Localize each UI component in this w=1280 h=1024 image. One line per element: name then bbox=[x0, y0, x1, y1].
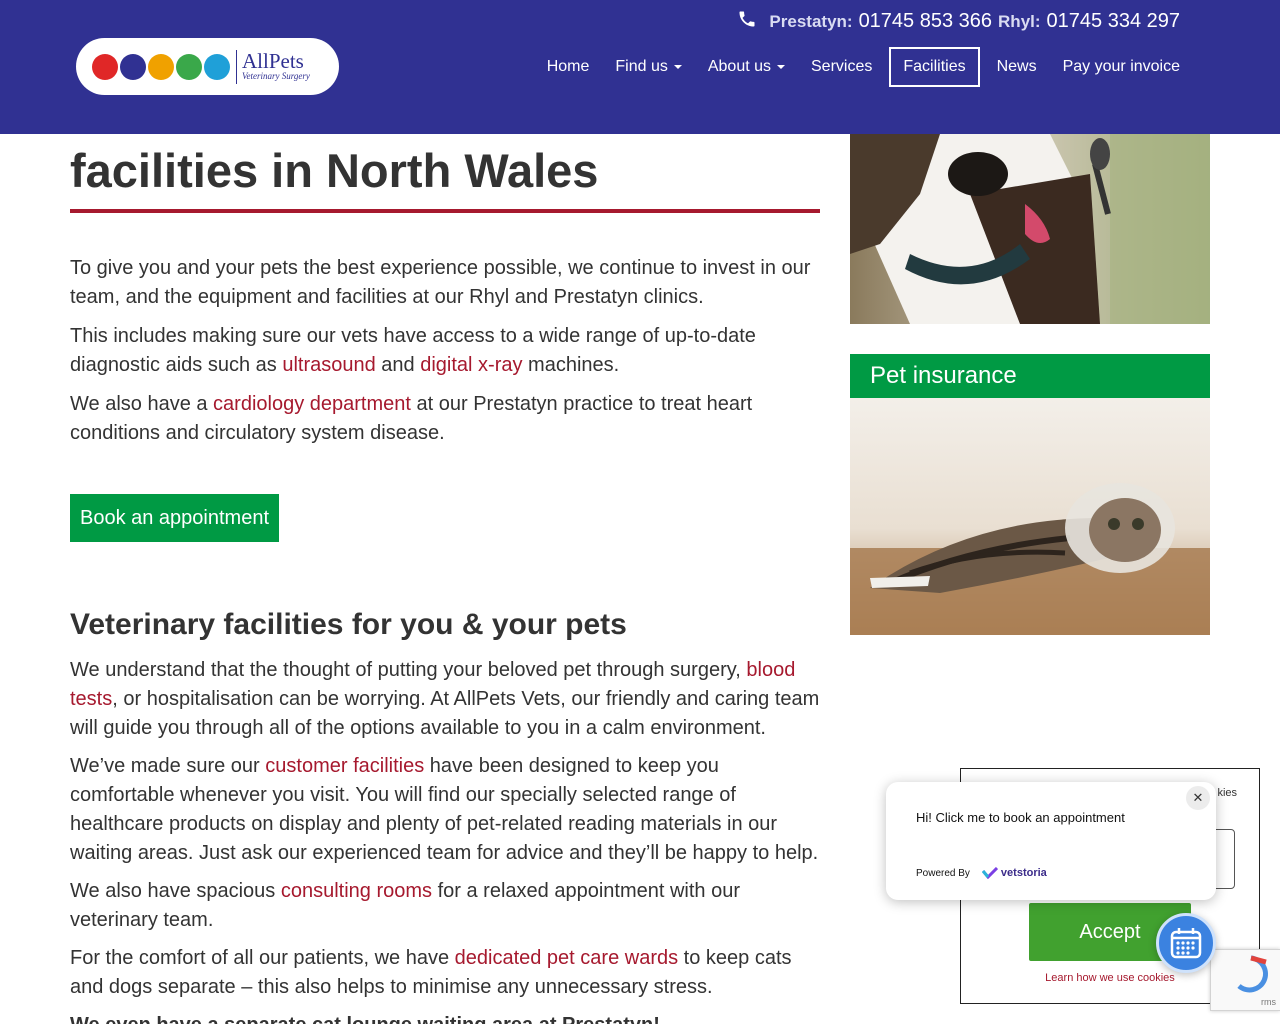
text-span: machines. bbox=[522, 354, 620, 376]
intro-paragraph-2: This includes making sure our vets have … bbox=[70, 322, 820, 380]
logo-animal-icons bbox=[92, 53, 230, 80]
nav-services-label: Services bbox=[811, 58, 873, 75]
nav-about-us[interactable]: About us bbox=[695, 47, 798, 87]
cardiology-link[interactable]: cardiology department bbox=[213, 393, 411, 415]
cat-photo bbox=[850, 398, 1210, 635]
logo-subtitle: Veterinary Surgery bbox=[242, 71, 310, 81]
nav-about-us-label: About us bbox=[707, 58, 771, 75]
calendar-icon bbox=[1170, 928, 1202, 959]
recaptcha-icon bbox=[1237, 955, 1268, 993]
text-span: , or hospitalisation can be worrying. At… bbox=[70, 688, 820, 739]
calendar-booking-button[interactable] bbox=[1156, 913, 1216, 973]
nav-services[interactable]: Services bbox=[798, 47, 885, 87]
medical-kit-icon bbox=[120, 53, 146, 80]
cookie-text: kies bbox=[1217, 787, 1237, 799]
body-paragraph-2: We’ve made sure our customer facilities … bbox=[70, 752, 822, 868]
chevron-down-icon bbox=[777, 65, 785, 69]
pet-care-wards-link[interactable]: dedicated pet care wards bbox=[455, 947, 678, 969]
logo-text: AllPets Veterinary Surgery bbox=[242, 51, 310, 82]
chevron-down-icon bbox=[673, 65, 682, 69]
body-paragraph-5: We even have a separate cat lounge waiti… bbox=[70, 1011, 822, 1024]
intro-text: To give you and your pets the best exper… bbox=[70, 254, 820, 458]
body-paragraph-4: For the comfort of all our patients, we … bbox=[70, 944, 822, 1002]
site-logo[interactable]: AllPets Veterinary Surgery bbox=[76, 38, 339, 95]
nav-facilities[interactable]: Facilities bbox=[889, 47, 980, 87]
text-span: and bbox=[375, 354, 421, 376]
title-underline bbox=[70, 209, 820, 213]
close-icon[interactable]: ✕ bbox=[1186, 786, 1210, 810]
phone-label-prestatyn: Prestatyn: bbox=[769, 12, 853, 31]
section-heading: Veterinary facilities for you & your pet… bbox=[70, 608, 627, 641]
cat-icon bbox=[148, 53, 174, 80]
cat-illustration bbox=[850, 398, 1210, 635]
text-span: We also have spacious bbox=[70, 880, 281, 902]
nav-find-us[interactable]: Find us bbox=[602, 47, 694, 87]
site-header: Prestatyn: 01745 853 366 Rhyl: 01745 334… bbox=[0, 0, 1280, 134]
main-nav: Home Find us About us Services Facilitie… bbox=[534, 47, 1193, 87]
text-span: We also have a bbox=[70, 393, 214, 415]
dog-icon bbox=[92, 53, 118, 80]
dog-illustration bbox=[850, 134, 1210, 324]
digital-xray-link[interactable]: digital x-ray bbox=[420, 354, 522, 376]
text-span: For the comfort of all our patients, we … bbox=[70, 947, 455, 969]
recaptcha-badge: rms bbox=[1210, 949, 1280, 1011]
intro-paragraph-3: We also have a cardiology department at … bbox=[70, 390, 820, 448]
nav-pay-invoice[interactable]: Pay your invoice bbox=[1050, 47, 1193, 87]
body-paragraph-1: We understand that the thought of puttin… bbox=[70, 656, 822, 743]
text-span: We understand that the thought of puttin… bbox=[70, 659, 747, 681]
dog-photo bbox=[850, 134, 1210, 324]
intro-paragraph-1: To give you and your pets the best exper… bbox=[70, 257, 811, 308]
phone-label-rhyl: Rhyl: bbox=[998, 12, 1041, 31]
logo-name: AllPets bbox=[242, 49, 304, 73]
vetstoria-check-icon bbox=[981, 867, 998, 879]
consulting-rooms-link[interactable]: consulting rooms bbox=[281, 880, 432, 902]
phone-icon bbox=[739, 11, 755, 27]
vetstoria-logo: vetstoria bbox=[981, 867, 1047, 879]
nav-home[interactable]: Home bbox=[534, 47, 603, 87]
logo-divider bbox=[236, 49, 237, 84]
body-paragraph-3: We also have spacious consulting rooms f… bbox=[70, 877, 822, 935]
booking-popup[interactable]: Hi! Click me to book an appointment ✕ Po… bbox=[886, 782, 1216, 900]
powered-by-label: Powered By bbox=[916, 867, 970, 879]
text-span: We’ve made sure our bbox=[70, 755, 266, 777]
booking-popup-message[interactable]: Hi! Click me to book an appointment bbox=[916, 810, 1125, 825]
customer-facilities-link[interactable]: customer facilities bbox=[265, 755, 424, 777]
nav-news[interactable]: News bbox=[984, 47, 1050, 87]
vetstoria-brand: vetstoria bbox=[1000, 867, 1047, 879]
rabbit-icon bbox=[204, 53, 230, 80]
ultrasound-link[interactable]: ultrasound bbox=[282, 354, 375, 376]
pet-insurance-heading[interactable]: Pet insurance bbox=[850, 354, 1210, 398]
phone-bar: Prestatyn: 01745 853 366 Rhyl: 01745 334… bbox=[737, 7, 1180, 33]
page-title: facilities in North Wales bbox=[70, 144, 599, 197]
powered-by: Powered By vetstoria bbox=[916, 867, 1047, 879]
nav-facilities-label: Facilities bbox=[903, 58, 966, 75]
bird-icon bbox=[176, 53, 202, 80]
phone-number-rhyl[interactable]: 01745 334 297 bbox=[1047, 10, 1180, 33]
nav-home-label: Home bbox=[546, 58, 590, 75]
recaptcha-terms[interactable]: rms bbox=[1261, 997, 1276, 1007]
nav-news-label: News bbox=[996, 58, 1037, 75]
nav-pay-invoice-label: Pay your invoice bbox=[1062, 58, 1180, 75]
book-appointment-button[interactable]: Book an appointment bbox=[70, 494, 279, 542]
pet-insurance-card[interactable]: Pet insurance bbox=[850, 354, 1210, 635]
nav-find-us-label: Find us bbox=[615, 58, 668, 75]
phone-number-prestatyn[interactable]: 01745 853 366 bbox=[859, 10, 992, 33]
body-text: We understand that the thought of puttin… bbox=[70, 656, 822, 1024]
